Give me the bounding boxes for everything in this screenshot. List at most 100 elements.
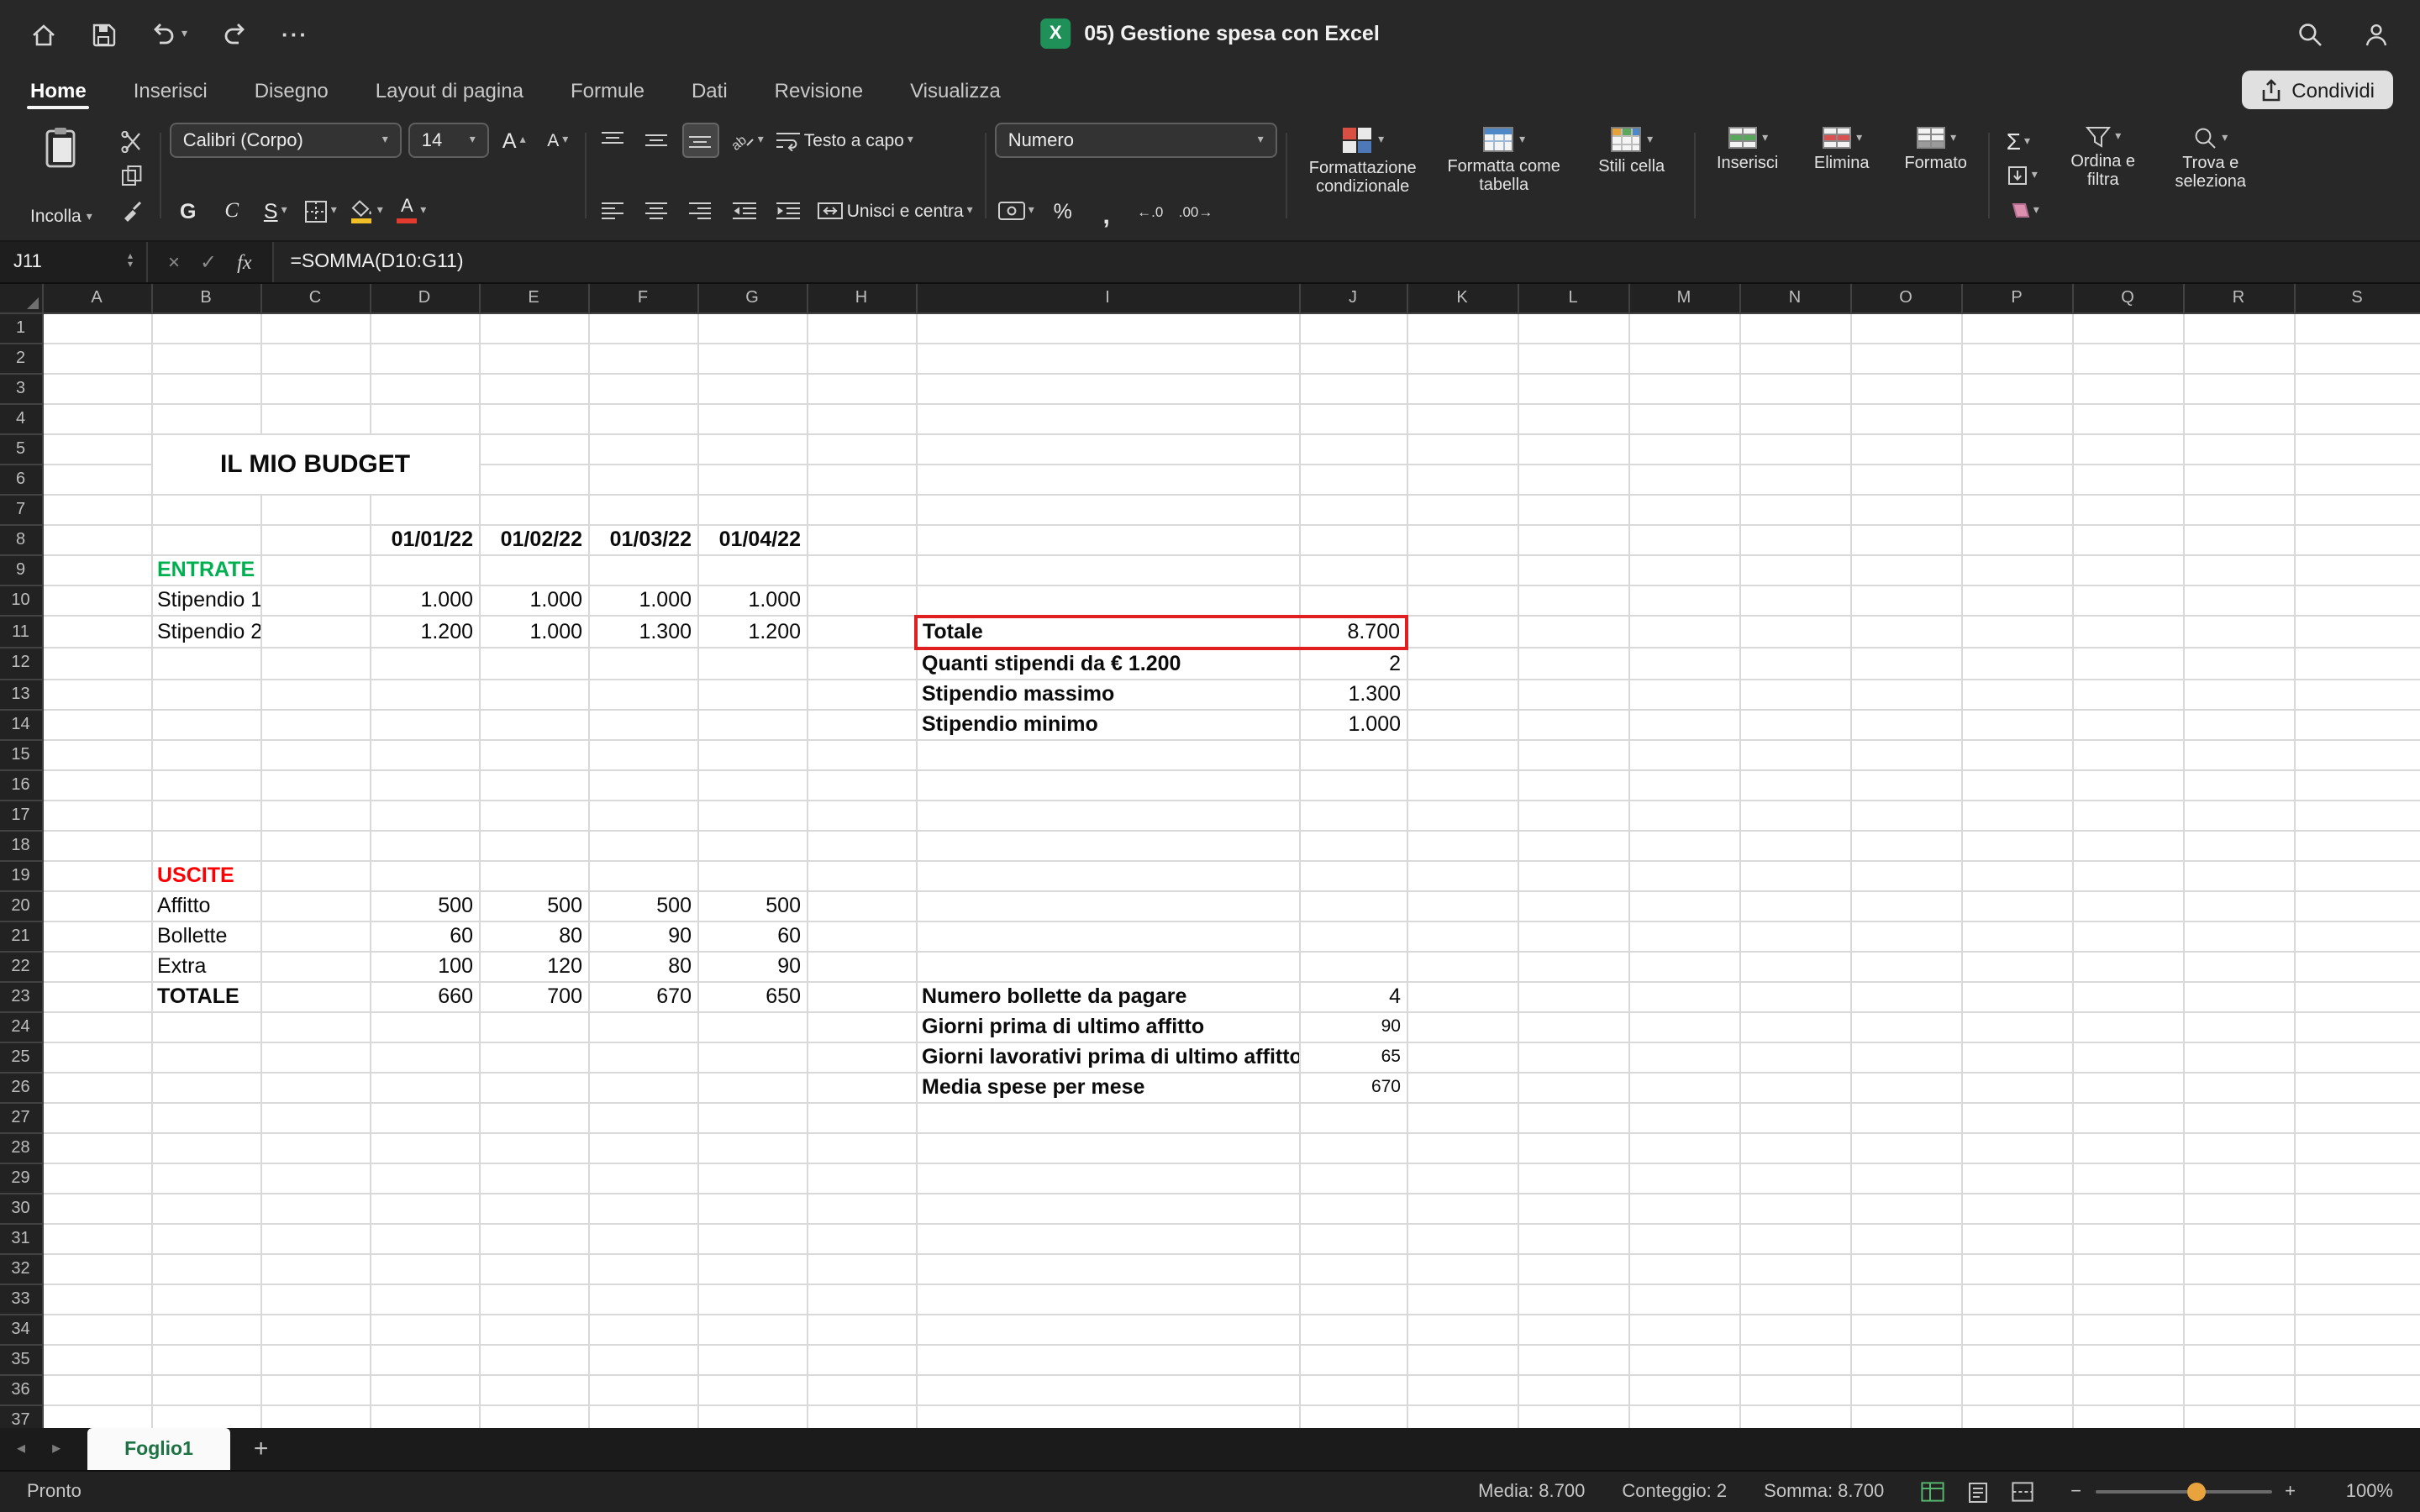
cell-P26[interactable] [1961, 1072, 2072, 1102]
cell-P12[interactable] [1961, 648, 2072, 679]
cell-J22[interactable] [1299, 951, 1407, 981]
cell-D10[interactable]: 1.000 [370, 585, 479, 616]
cell-E13[interactable] [479, 679, 588, 709]
cell-O30[interactable] [1850, 1193, 1961, 1223]
cell-J14[interactable]: 1.000 [1299, 709, 1407, 739]
cell-G32[interactable] [697, 1253, 807, 1284]
cell-E8[interactable]: 01/02/22 [479, 525, 588, 555]
cell-B37[interactable] [151, 1404, 260, 1428]
name-box[interactable]: J11 ▴ ▾ [0, 242, 148, 282]
cell-R14[interactable] [2183, 709, 2294, 739]
cell-L33[interactable] [1518, 1284, 1628, 1314]
cell-M37[interactable] [1628, 1404, 1739, 1428]
cell-F5[interactable] [588, 434, 697, 465]
cell-H22[interactable] [807, 951, 916, 981]
cell-G13[interactable] [697, 679, 807, 709]
cell-P36[interactable] [1961, 1374, 2072, 1404]
cell-B17[interactable] [151, 800, 260, 830]
cell-Q8[interactable] [2072, 525, 2183, 555]
cell-R3[interactable] [2183, 374, 2294, 404]
cell-S33[interactable] [2294, 1284, 2420, 1314]
cell-L24[interactable] [1518, 1011, 1628, 1042]
cell-R34[interactable] [2183, 1314, 2294, 1344]
cell-C17[interactable] [260, 800, 370, 830]
cell-N21[interactable] [1739, 921, 1850, 951]
cell-E31[interactable] [479, 1223, 588, 1253]
cell-H32[interactable] [807, 1253, 916, 1284]
cell-L23[interactable] [1518, 981, 1628, 1011]
cell-O10[interactable] [1850, 585, 1961, 616]
cell-D22[interactable]: 100 [370, 951, 479, 981]
cell-I28[interactable] [916, 1132, 1299, 1163]
row-header-30[interactable]: 30 [0, 1193, 42, 1223]
row-header-28[interactable]: 28 [0, 1132, 42, 1163]
row-header-15[interactable]: 15 [0, 739, 42, 769]
cell-I26[interactable]: Media spese per mese [916, 1072, 1299, 1102]
sort-filter-button[interactable]: ▾ Ordina e filtra [2054, 119, 2152, 232]
cell-E35[interactable] [479, 1344, 588, 1374]
cell-P6[interactable] [1961, 465, 2072, 495]
cell-P14[interactable] [1961, 709, 2072, 739]
cell-O4[interactable] [1850, 404, 1961, 434]
cell-F4[interactable] [588, 404, 697, 434]
cell-I18[interactable] [916, 830, 1299, 860]
cell-K17[interactable] [1407, 800, 1518, 830]
cell-A10[interactable] [42, 585, 151, 616]
cell-R37[interactable] [2183, 1404, 2294, 1428]
cell-N20[interactable] [1739, 890, 1850, 921]
cell-E6[interactable] [479, 465, 588, 495]
cell-H19[interactable] [807, 860, 916, 890]
cell-P33[interactable] [1961, 1284, 2072, 1314]
cell-R20[interactable] [2183, 890, 2294, 921]
cell-C22[interactable] [260, 951, 370, 981]
cell-O32[interactable] [1850, 1253, 1961, 1284]
cell-M25[interactable] [1628, 1042, 1739, 1072]
cell-L5[interactable] [1518, 434, 1628, 465]
row-header-31[interactable]: 31 [0, 1223, 42, 1253]
cell-G36[interactable] [697, 1374, 807, 1404]
cell-F30[interactable] [588, 1193, 697, 1223]
cell-H9[interactable] [807, 555, 916, 585]
cell-F34[interactable] [588, 1314, 697, 1344]
cell-N4[interactable] [1739, 404, 1850, 434]
cell-R17[interactable] [2183, 800, 2294, 830]
cell-F10[interactable]: 1.000 [588, 585, 697, 616]
cell-D32[interactable] [370, 1253, 479, 1284]
cell-J33[interactable] [1299, 1284, 1407, 1314]
cell-F7[interactable] [588, 495, 697, 525]
cell-G2[interactable] [697, 344, 807, 374]
cell-B13[interactable] [151, 679, 260, 709]
cell-O13[interactable] [1850, 679, 1961, 709]
cell-D29[interactable] [370, 1163, 479, 1193]
cell-K30[interactable] [1407, 1193, 1518, 1223]
cell-G16[interactable] [697, 769, 807, 800]
cell-R19[interactable] [2183, 860, 2294, 890]
cell-K31[interactable] [1407, 1223, 1518, 1253]
cell-B35[interactable] [151, 1344, 260, 1374]
cell-C21[interactable] [260, 921, 370, 951]
cell-R9[interactable] [2183, 555, 2294, 585]
cell-E16[interactable] [479, 769, 588, 800]
cell-E21[interactable]: 80 [479, 921, 588, 951]
confirm-icon[interactable]: ✓ [200, 250, 217, 274]
cell-E30[interactable] [479, 1193, 588, 1223]
cell-O1[interactable] [1850, 313, 1961, 344]
cell-P32[interactable] [1961, 1253, 2072, 1284]
cell-I29[interactable] [916, 1163, 1299, 1193]
share-button[interactable]: Condividi [2241, 71, 2393, 109]
row-header-35[interactable]: 35 [0, 1344, 42, 1374]
font-size-select[interactable]: 14 ▾ [408, 123, 489, 158]
formula-input[interactable]: =SOMMA(D10:G11) [274, 242, 2420, 282]
normal-view-icon[interactable] [1921, 1482, 1944, 1502]
cell-A11[interactable] [42, 616, 151, 648]
cell-D2[interactable] [370, 344, 479, 374]
cell-R23[interactable] [2183, 981, 2294, 1011]
cell-O19[interactable] [1850, 860, 1961, 890]
cell-K18[interactable] [1407, 830, 1518, 860]
cell-O5[interactable] [1850, 434, 1961, 465]
cell-O23[interactable] [1850, 981, 1961, 1011]
prev-sheet-icon[interactable]: ◂ [17, 1440, 25, 1458]
cell-E15[interactable] [479, 739, 588, 769]
cell-D19[interactable] [370, 860, 479, 890]
cell-N33[interactable] [1739, 1284, 1850, 1314]
